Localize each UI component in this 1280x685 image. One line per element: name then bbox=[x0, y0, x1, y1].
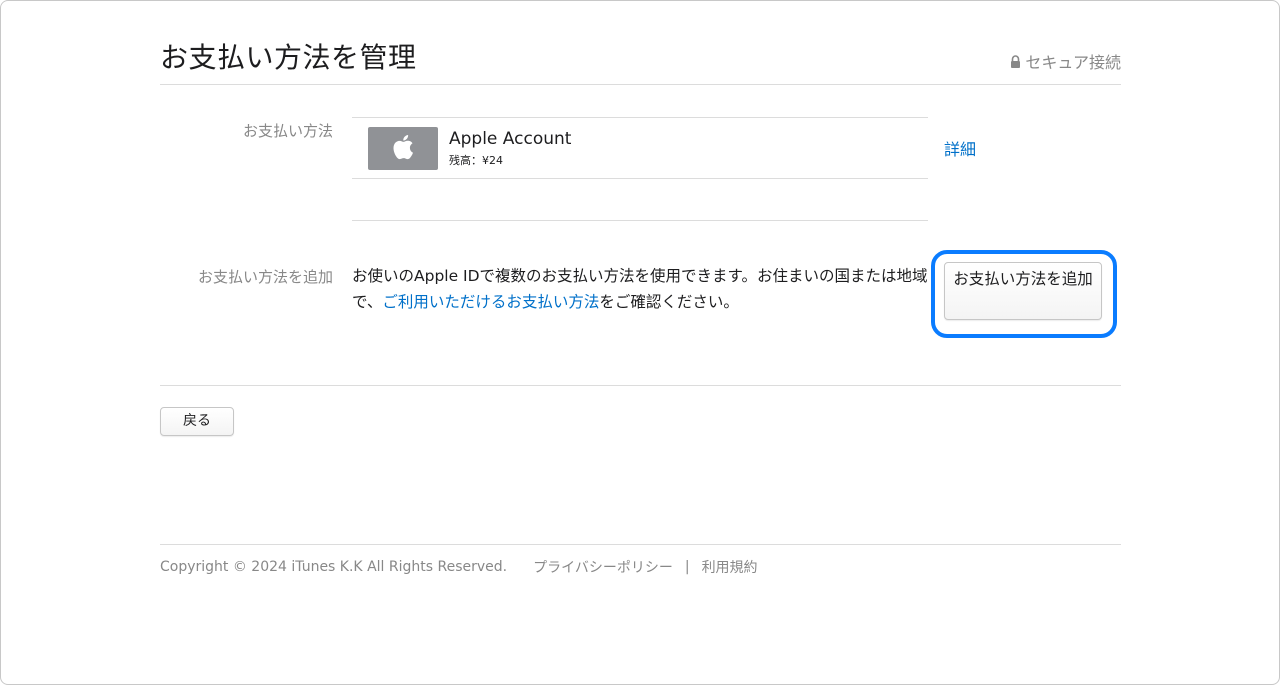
add-payment-label: お支払い方法を追加 bbox=[197, 268, 333, 286]
content-divider bbox=[160, 385, 1121, 386]
apple-logo-icon bbox=[392, 134, 414, 164]
copyright-text: Copyright © 2024 iTunes K.K All Rights R… bbox=[160, 559, 508, 575]
terms-link[interactable]: 利用規約 bbox=[702, 557, 758, 577]
header-divider bbox=[160, 84, 1121, 85]
page-title: お支払い方法を管理 bbox=[160, 41, 417, 74]
page-frame bbox=[0, 0, 1280, 685]
footer: Copyright © 2024 iTunes K.K All Rights R… bbox=[160, 557, 758, 577]
lock-icon bbox=[1010, 54, 1021, 68]
description-text-2: をご確認ください。 bbox=[599, 293, 739, 311]
footer-divider bbox=[160, 544, 1121, 545]
apple-account-card bbox=[368, 127, 438, 170]
add-payment-description: お使いのApple IDで複数のお支払い方法を使用できます。お住まいの国または地… bbox=[352, 263, 930, 315]
payment-method-item: Apple Account 残高：¥24 bbox=[352, 117, 928, 179]
available-payment-methods-link[interactable]: ご利用いただけるお支払い方法 bbox=[382, 293, 599, 311]
back-button[interactable]: 戻る bbox=[160, 407, 234, 436]
add-payment-method-button[interactable]: お支払い方法を追加 bbox=[944, 262, 1102, 320]
secure-label: セキュア接続 bbox=[1025, 53, 1121, 72]
footer-separator: | bbox=[684, 559, 690, 575]
secure-connection: セキュア接続 bbox=[1010, 49, 1121, 73]
payment-method-name: Apple Account bbox=[449, 129, 572, 149]
privacy-policy-link[interactable]: プライバシーポリシー bbox=[533, 557, 673, 577]
details-link[interactable]: 詳細 bbox=[944, 136, 976, 160]
payment-method-label: お支払い方法 bbox=[242, 122, 333, 140]
payment-method-balance: 残高：¥24 bbox=[449, 154, 503, 167]
section-divider bbox=[352, 220, 928, 221]
